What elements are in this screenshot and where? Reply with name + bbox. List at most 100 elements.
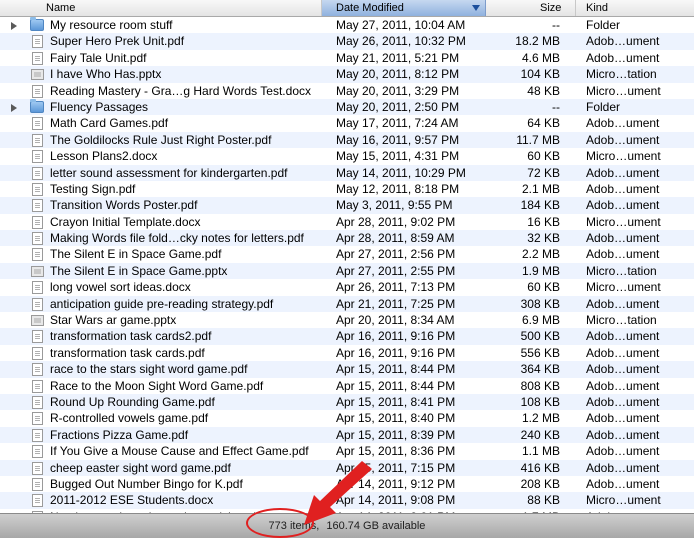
column-header-date-modified[interactable]: Date Modified bbox=[322, 0, 486, 16]
column-header-name[interactable]: Name bbox=[0, 0, 322, 16]
file-row[interactable]: Star Wars ar game.pptx Apr 20, 2011, 8:34… bbox=[0, 312, 694, 328]
file-size: 88 KB bbox=[527, 493, 560, 508]
file-size: 240 KB bbox=[520, 427, 560, 442]
file-name: cheep easter sight word game.pdf bbox=[50, 460, 231, 475]
date-modified: Apr 28, 2011, 9:02 PM bbox=[336, 214, 456, 229]
file-row[interactable]: The Goldilocks Rule Just Right Poster.pd… bbox=[0, 131, 694, 149]
file-kind: Adob…ument bbox=[586, 247, 660, 262]
file-name: The Goldilocks Rule Just Right Poster.pd… bbox=[50, 132, 272, 147]
file-size: 48 KB bbox=[527, 83, 560, 98]
file-kind: Adob…ument bbox=[586, 34, 660, 49]
date-modified: Apr 15, 2011, 8:40 PM bbox=[336, 411, 456, 426]
file-name: Making Words file fold…cky notes for let… bbox=[50, 231, 304, 246]
file-row[interactable]: Transition Words Poster.pdf May 3, 2011, … bbox=[0, 197, 694, 214]
file-size: 416 KB bbox=[520, 460, 560, 475]
folder-row[interactable]: Fluency Passages May 20, 2011, 2:50 PM -- F… bbox=[0, 98, 694, 116]
file-name: long vowel sort ideas.docx bbox=[50, 280, 191, 295]
file-size: 64 KB bbox=[527, 116, 560, 131]
file-kind: Micro…ument bbox=[586, 280, 661, 295]
file-name: Transition Words Poster.pdf bbox=[50, 198, 198, 213]
file-list[interactable]: My resource room stuff May 27, 2011, 10:0… bbox=[0, 17, 694, 513]
document-file-icon bbox=[32, 117, 43, 131]
file-row[interactable]: Crayon Initial Template.docx Apr 28, 2011… bbox=[0, 214, 694, 230]
file-row[interactable]: Fairy Tale Unit.pdf May 21, 2011, 5:21 PM… bbox=[0, 50, 694, 66]
file-kind: Adob…ument bbox=[586, 362, 660, 377]
date-modified: May 20, 2011, 3:29 PM bbox=[336, 83, 460, 98]
document-file-icon bbox=[32, 461, 43, 475]
file-row[interactable]: The Silent E in Space Game.pdf Apr 27, 20… bbox=[0, 246, 694, 262]
column-header-date-label: Date Modified bbox=[336, 2, 404, 14]
file-row[interactable]: Lesson Plans2.docx May 15, 2011, 4:31 PM 6… bbox=[0, 148, 694, 164]
document-file-icon bbox=[32, 248, 43, 262]
file-row[interactable]: Race to the Moon Sight Word Game.pdf Apr … bbox=[0, 378, 694, 394]
file-kind: Micro…ument bbox=[586, 149, 661, 164]
file-name: Testing Sign.pdf bbox=[50, 181, 136, 196]
file-kind: Micro…tation bbox=[586, 263, 657, 278]
document-file-icon bbox=[32, 363, 43, 377]
column-header-kind[interactable]: Kind bbox=[576, 0, 694, 16]
document-file-icon bbox=[32, 281, 43, 295]
file-name: Reading Mastery - Gra…g Hard Words Test.… bbox=[50, 83, 311, 98]
file-row[interactable]: Making Words file fold…cky notes for let… bbox=[0, 230, 694, 247]
file-row[interactable]: Math Card Games.pdf May 17, 2011, 7:24 AM… bbox=[0, 115, 694, 131]
file-row[interactable]: race to the stars sight word game.pdf Apr… bbox=[0, 361, 694, 378]
file-kind: Adob…ument bbox=[586, 476, 660, 491]
folder-icon bbox=[30, 17, 44, 31]
folder-row[interactable]: My resource room stuff May 27, 2011, 10:0… bbox=[0, 17, 694, 33]
document-file-icon bbox=[32, 412, 43, 426]
document-file-icon bbox=[32, 133, 43, 147]
file-row[interactable]: Reading Mastery - Gra…g Hard Words Test.… bbox=[0, 83, 694, 99]
disclosure-triangle-icon[interactable] bbox=[11, 103, 17, 112]
annotation-arrow-icon bbox=[304, 461, 372, 525]
date-modified: Apr 15, 2011, 8:44 PM bbox=[336, 378, 456, 393]
file-kind: Adob…ument bbox=[586, 329, 660, 344]
sort-descending-icon bbox=[472, 5, 480, 11]
document-file-icon bbox=[32, 182, 43, 196]
file-name: I have Who Has.pptx bbox=[50, 67, 162, 82]
column-header: Name Date Modified Size Kind bbox=[0, 0, 694, 17]
file-size: 6.9 MB bbox=[521, 313, 560, 328]
file-row[interactable]: letter sound assessment for kindergarten… bbox=[0, 164, 694, 181]
file-kind: Folder bbox=[586, 99, 621, 114]
file-kind: Adob…ument bbox=[586, 181, 660, 196]
file-size: -- bbox=[552, 99, 560, 114]
file-name: Fractions Pizza Game.pdf bbox=[50, 427, 189, 442]
document-file-icon bbox=[32, 428, 43, 442]
file-row[interactable]: anticipation guide pre-reading strategy.… bbox=[0, 295, 694, 313]
date-modified: May 14, 2011, 10:29 PM bbox=[336, 165, 466, 180]
disclosure-triangle-icon[interactable] bbox=[11, 22, 17, 30]
file-row[interactable]: long vowel sort ideas.docx Apr 26, 2011, … bbox=[0, 279, 694, 295]
file-row[interactable]: transformation task cards.pdf Apr 16, 201… bbox=[0, 345, 694, 361]
date-modified: May 3, 2011, 9:55 PM bbox=[336, 198, 453, 213]
file-row[interactable]: Super Hero Prek Unit.pdf May 26, 2011, 10… bbox=[0, 33, 694, 50]
file-name: Math Card Games.pdf bbox=[50, 116, 169, 131]
file-row[interactable]: Round Up Rounding Game.pdf Apr 15, 2011, … bbox=[0, 393, 694, 411]
file-row[interactable]: Fractions Pizza Game.pdf Apr 15, 2011, 8:… bbox=[0, 426, 694, 444]
file-kind: Adob…ument bbox=[586, 165, 660, 180]
date-modified: Apr 20, 2011, 8:34 AM bbox=[336, 313, 455, 328]
file-row[interactable]: Testing Sign.pdf May 12, 2011, 8:18 PM 2.1… bbox=[0, 181, 694, 197]
document-file-icon bbox=[32, 35, 43, 49]
column-header-size[interactable]: Size bbox=[486, 0, 576, 16]
file-size: 11.7 MB bbox=[516, 132, 560, 147]
file-kind: Micro…ument bbox=[586, 83, 661, 98]
file-row[interactable]: transformation task cards2.pdf Apr 16, 20… bbox=[0, 328, 694, 345]
date-modified: May 20, 2011, 2:50 PM bbox=[336, 99, 460, 114]
file-name: Fairy Tale Unit.pdf bbox=[50, 50, 147, 65]
date-modified: Apr 27, 2011, 2:56 PM bbox=[336, 247, 456, 262]
file-row[interactable]: I have Who Has.pptx May 20, 2011, 8:12 PM… bbox=[0, 66, 694, 83]
file-kind: Adob…ument bbox=[586, 50, 660, 65]
file-size: 364 KB bbox=[520, 362, 560, 377]
file-row[interactable]: The Silent E in Space Game.pptx Apr 27, 2… bbox=[0, 262, 694, 280]
file-size: 556 KB bbox=[520, 345, 560, 360]
file-name: The Silent E in Space Game.pdf bbox=[50, 247, 222, 262]
document-file-icon bbox=[32, 232, 43, 246]
file-name: Fluency Passages bbox=[50, 99, 149, 114]
file-name: transformation task cards.pdf bbox=[50, 345, 205, 360]
file-size: 72 KB bbox=[527, 165, 560, 180]
file-row[interactable]: R-controlled vowels game.pdf Apr 15, 2011… bbox=[0, 410, 694, 426]
file-kind: Adob…ument bbox=[586, 411, 660, 426]
document-file-icon bbox=[32, 84, 43, 98]
file-name: letter sound assessment for kindergarten… bbox=[50, 165, 288, 180]
document-file-icon bbox=[32, 494, 43, 508]
